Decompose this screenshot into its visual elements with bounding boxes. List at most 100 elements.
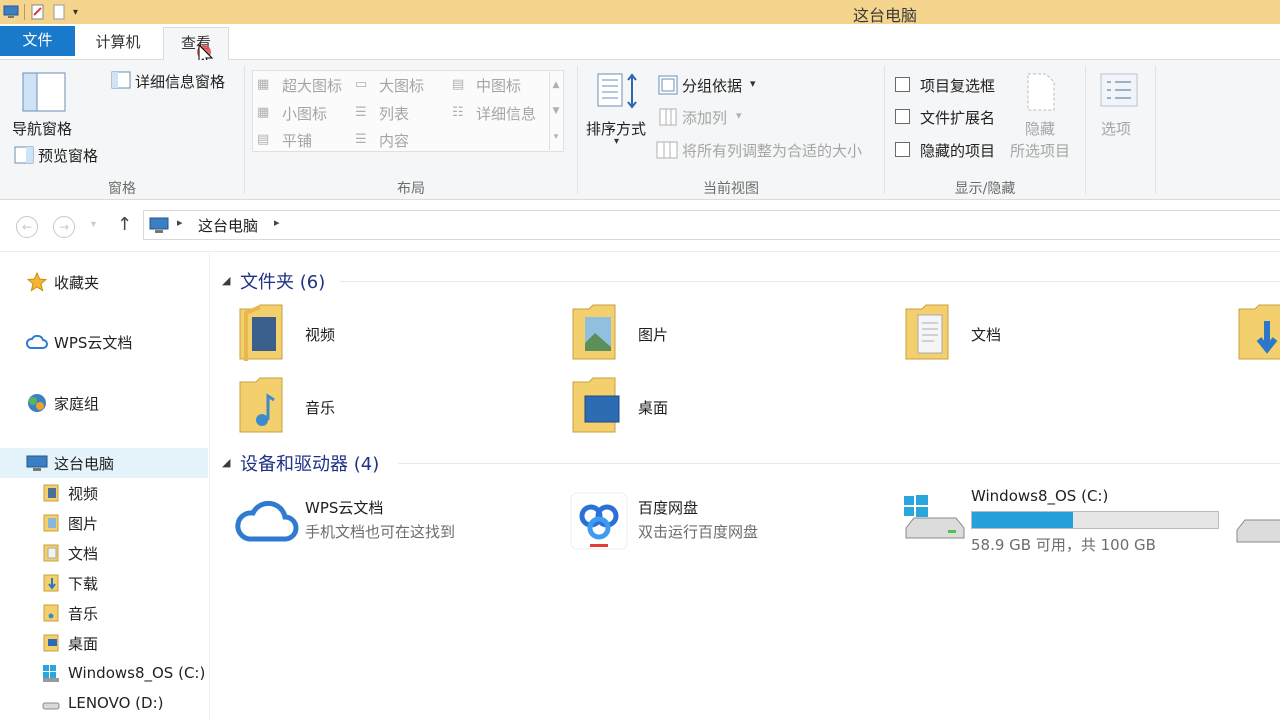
details-pane-icon xyxy=(111,71,131,89)
details-icon: ☷ xyxy=(452,105,464,120)
item-checkboxes-checkbox[interactable] xyxy=(895,77,910,92)
computer-icon[interactable] xyxy=(2,3,20,21)
extra-large-icons-icon: ▦ xyxy=(257,77,270,92)
hidden-items-checkbox[interactable] xyxy=(895,142,910,157)
view-list[interactable]: 列表 xyxy=(379,103,409,124)
documents-folder-icon[interactable] xyxy=(904,303,952,363)
desktop-folder-icon[interactable] xyxy=(571,376,623,436)
drive-d-icon[interactable] xyxy=(1233,510,1280,546)
star-icon xyxy=(26,271,48,293)
baidu-netdisk-icon[interactable] xyxy=(570,492,628,550)
nav-videos[interactable]: 视频 xyxy=(0,478,208,508)
nav-drive-d[interactable]: LENOVO (D:) xyxy=(0,688,208,718)
breadcrumb-chevron-icon[interactable]: ▸ xyxy=(177,216,183,229)
folder-documents-label[interactable]: 文档 xyxy=(971,324,1001,345)
collapse-folders-icon[interactable]: ◢ xyxy=(222,274,230,287)
nav-documents-label: 文档 xyxy=(68,544,99,563)
size-all-columns-button[interactable]: 将所有列调整为合适的大小 xyxy=(682,140,862,161)
details-pane-button[interactable]: 详细信息窗格 xyxy=(135,71,225,92)
downloads-folder-icon xyxy=(40,572,62,594)
tiles-icon: ▤ xyxy=(257,132,270,147)
folder-pictures-label[interactable]: 图片 xyxy=(638,324,668,345)
videos-folder-icon[interactable] xyxy=(238,303,286,363)
file-extensions-checkbox[interactable] xyxy=(895,109,910,124)
preview-pane-icon xyxy=(14,146,34,164)
properties-icon[interactable] xyxy=(29,3,47,21)
nav-drive-d-label: LENOVO (D:) xyxy=(68,694,164,712)
customize-qat-icon[interactable]: ▾ xyxy=(73,7,78,18)
view-small-icons[interactable]: 小图标 xyxy=(282,103,327,124)
hide-selected-label-2[interactable]: 所选项目 xyxy=(1010,140,1070,161)
add-columns-dropdown-icon: ▾ xyxy=(736,109,742,122)
view-extra-large-icons[interactable]: 超大图标 xyxy=(282,75,342,96)
folders-section-header[interactable]: 文件夹 (6) xyxy=(240,268,325,294)
file-extensions-label: 文件扩展名 xyxy=(920,109,996,127)
downloads-folder-icon[interactable] xyxy=(1237,303,1280,363)
group-by-button[interactable]: 分组依据 xyxy=(682,75,742,96)
nav-music[interactable]: 音乐 xyxy=(0,598,208,628)
new-folder-icon[interactable] xyxy=(51,3,69,21)
sort-by-icon[interactable] xyxy=(596,72,642,110)
group-by-dropdown-icon: ▾ xyxy=(750,77,756,90)
nav-pane-icon[interactable] xyxy=(22,72,66,112)
nav-downloads[interactable]: 下载 xyxy=(0,568,208,598)
nav-desktop[interactable]: 桌面 xyxy=(0,628,208,658)
recent-locations-icon[interactable]: ▾ xyxy=(91,219,96,230)
tab-computer[interactable]: 计算机 xyxy=(80,27,156,59)
folder-desktop-label[interactable]: 桌面 xyxy=(638,397,668,418)
separator xyxy=(1155,66,1156,194)
tab-file[interactable]: 文件 xyxy=(0,26,75,56)
hide-selected-icon[interactable] xyxy=(1024,72,1058,112)
show-hide-group-label: 显示/隐藏 xyxy=(954,181,1016,197)
address-bar[interactable]: ▸ 这台电脑 ▸ xyxy=(143,210,1280,240)
view-tiles[interactable]: 平铺 xyxy=(282,130,312,151)
nav-pane-button[interactable]: 导航窗格 xyxy=(12,118,72,139)
layout-scroll-control[interactable]: ▲ ▼ ▾ xyxy=(549,72,562,150)
breadcrumb-chevron-icon[interactable]: ▸ xyxy=(274,216,280,229)
tab-view[interactable]: 查看 xyxy=(163,27,229,61)
nav-downloads-label: 下载 xyxy=(68,574,99,593)
drive-c-title[interactable]: Windows8_OS (C:) xyxy=(971,487,1108,505)
preview-pane-button[interactable]: 预览窗格 xyxy=(38,145,98,166)
back-button[interactable]: ← xyxy=(16,216,38,238)
pictures-folder-icon[interactable] xyxy=(571,303,619,363)
folder-videos-label[interactable]: 视频 xyxy=(305,324,335,345)
view-content[interactable]: 内容 xyxy=(379,130,409,151)
nav-wps[interactable]: WPS云文档 xyxy=(0,327,208,357)
options-button[interactable]: 选项 xyxy=(1101,118,1131,139)
windows-drive-icon[interactable] xyxy=(900,492,966,544)
view-large-icons[interactable]: 大图标 xyxy=(379,75,424,96)
nav-documents[interactable]: 文档 xyxy=(0,538,208,568)
baidu-drive-title[interactable]: 百度网盘 xyxy=(638,497,698,518)
add-columns-icon xyxy=(659,108,677,126)
music-folder-icon[interactable] xyxy=(238,376,286,436)
devices-section-header[interactable]: 设备和驱动器 (4) xyxy=(240,450,379,476)
music-folder-icon xyxy=(40,602,62,624)
add-columns-button[interactable]: 添加列 xyxy=(682,107,727,128)
desktop-folder-icon xyxy=(40,632,62,654)
nav-drive-c[interactable]: Windows8_OS (C:) xyxy=(0,658,208,688)
window-title: 这台电脑 xyxy=(853,6,918,25)
folder-music-label[interactable]: 音乐 xyxy=(305,397,335,418)
nav-pictures[interactable]: 图片 xyxy=(0,508,208,538)
nav-favorites[interactable]: 收藏夹 xyxy=(0,267,208,297)
view-details[interactable]: 详细信息 xyxy=(476,103,536,124)
drive-c-usage-bar xyxy=(971,511,1219,529)
nav-this-pc[interactable]: 这台电脑 xyxy=(0,448,208,478)
wps-cloud-icon[interactable] xyxy=(235,497,299,543)
nav-drive-c-label: Windows8_OS (C:) xyxy=(68,664,206,682)
hide-selected-label-1[interactable]: 隐藏 xyxy=(1025,118,1055,139)
options-icon[interactable] xyxy=(1099,72,1139,108)
quick-access-toolbar: ▾ xyxy=(2,2,78,22)
collapse-devices-icon[interactable]: ◢ xyxy=(222,456,230,469)
nav-homegroup[interactable]: 家庭组 xyxy=(0,388,208,418)
view-medium-icons[interactable]: 中图标 xyxy=(476,75,521,96)
separator xyxy=(577,66,578,194)
breadcrumb-this-pc[interactable]: 这台电脑 xyxy=(198,215,258,236)
up-button[interactable]: ↑ xyxy=(117,214,132,235)
section-divider xyxy=(398,463,1280,464)
homegroup-icon xyxy=(26,392,48,414)
wps-drive-title[interactable]: WPS云文档 xyxy=(305,497,383,518)
group-by-icon xyxy=(658,75,678,95)
forward-button[interactable]: → xyxy=(53,216,75,238)
